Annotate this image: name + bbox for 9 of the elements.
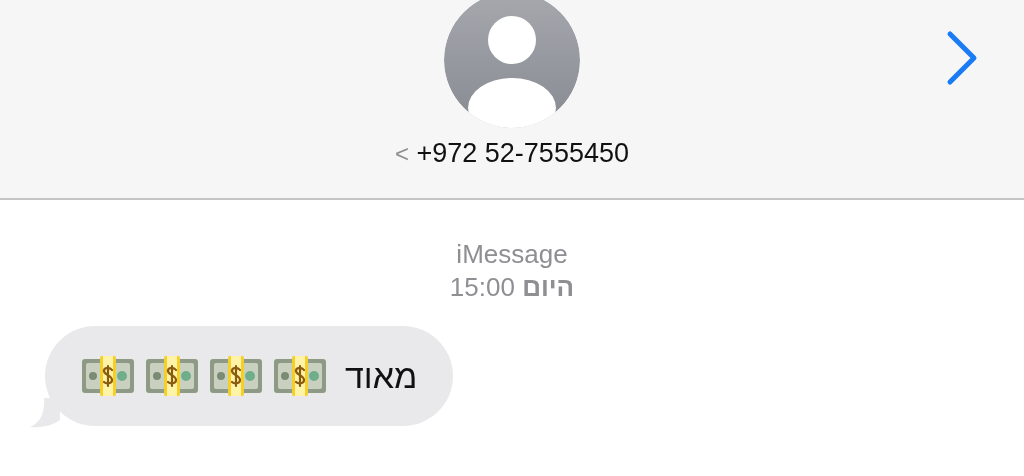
banknote-icon: [81, 356, 135, 396]
avatar-icon[interactable]: [444, 0, 580, 128]
message-text: מאוד: [345, 356, 418, 396]
chevron-right-icon[interactable]: [946, 30, 978, 86]
banknote-icon: [145, 356, 199, 396]
service-label: iMessage: [456, 238, 568, 270]
contact-button[interactable]: < +972 52-7555450: [395, 138, 629, 169]
banknote-icon: [209, 356, 263, 396]
banknote-icon: [273, 356, 327, 396]
